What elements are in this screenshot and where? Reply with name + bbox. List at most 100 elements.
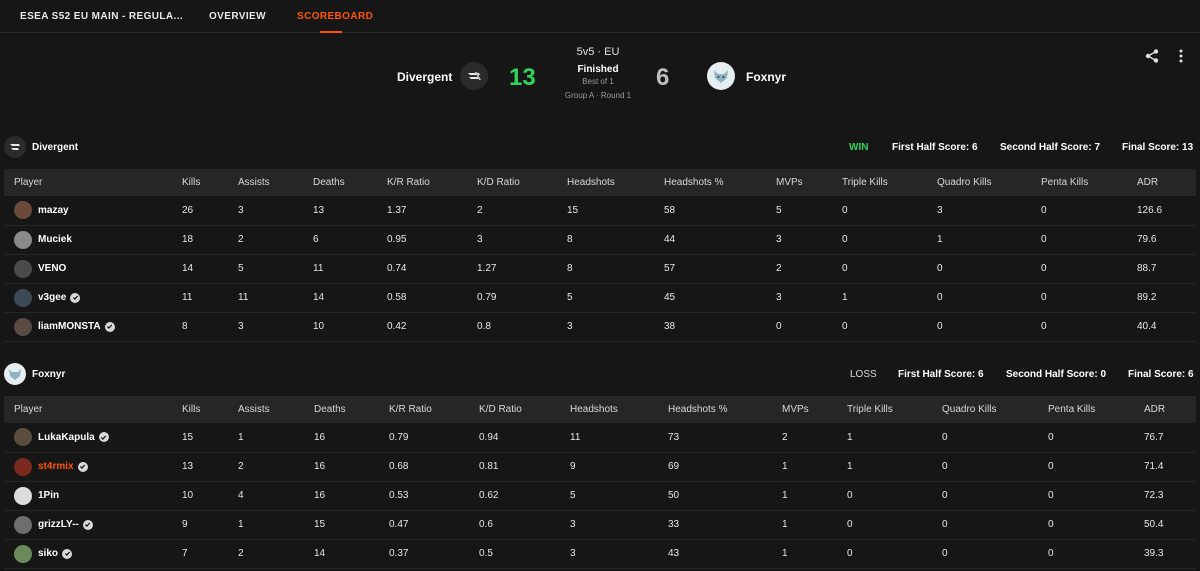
stat-cell: 88.7 bbox=[1127, 254, 1196, 284]
tab-overview[interactable]: OVERVIEW bbox=[209, 11, 266, 22]
avatar[interactable] bbox=[14, 486, 32, 505]
stat-cell: 11 bbox=[303, 254, 377, 284]
player-name[interactable]: st4rmix bbox=[38, 461, 74, 472]
stat-cell: 1 bbox=[772, 510, 837, 540]
column-header[interactable]: Headshots % bbox=[658, 396, 772, 423]
avatar[interactable] bbox=[14, 544, 32, 563]
player-name[interactable]: v3gee bbox=[38, 292, 66, 303]
avatar[interactable] bbox=[14, 230, 32, 249]
team2-logo[interactable] bbox=[707, 62, 735, 90]
stat-cell: 2 bbox=[772, 423, 837, 453]
stat-cell: 0 bbox=[832, 225, 927, 255]
team2-scoreboard-table: Player Kills Assists Deaths K/R Ratio K/D Rat… bbox=[4, 396, 1196, 569]
player-name[interactable]: grizzLY-- bbox=[38, 519, 79, 530]
stat-cell: 0.79 bbox=[467, 283, 557, 313]
avatar[interactable] bbox=[14, 317, 32, 336]
team2-small-logo[interactable] bbox=[4, 363, 26, 385]
column-header[interactable]: Headshots bbox=[560, 396, 658, 423]
column-header[interactable]: MVPs bbox=[766, 169, 832, 196]
team1-result: WIN bbox=[849, 142, 869, 153]
column-header[interactable]: Player bbox=[4, 169, 172, 196]
team1-logo[interactable] bbox=[460, 62, 488, 90]
player-name[interactable]: liamMONSTA bbox=[38, 321, 101, 332]
table-row: siko 7 2 14 0.37 0.5 3 43 1 0 0 0 39.3 bbox=[4, 539, 1196, 569]
stat-cell: 0.68 bbox=[379, 452, 469, 482]
team2-name[interactable]: Foxnyr bbox=[746, 70, 786, 84]
stat-cell: 0 bbox=[837, 510, 932, 540]
tab-scoreboard[interactable]: SCOREBOARD bbox=[297, 11, 373, 22]
column-header[interactable]: Triple Kills bbox=[837, 396, 932, 423]
team2-section-name[interactable]: Foxnyr bbox=[32, 369, 65, 380]
player-name[interactable]: LukaKapula bbox=[38, 432, 95, 443]
column-header[interactable]: Triple Kills bbox=[832, 169, 927, 196]
column-header[interactable]: K/R Ratio bbox=[377, 169, 467, 196]
player-name[interactable]: siko bbox=[38, 548, 58, 559]
stat-cell: 11 bbox=[228, 283, 303, 313]
tab-competition[interactable]: ESEA S52 EU MAIN - REGULA... bbox=[20, 11, 183, 22]
best-of: Best of 1 bbox=[582, 77, 614, 86]
column-header[interactable]: Penta Kills bbox=[1038, 396, 1134, 423]
stat-cell: 3 bbox=[766, 225, 832, 255]
team1-second-half: Second Half Score: 7 bbox=[1000, 142, 1101, 153]
share-icon[interactable] bbox=[1144, 48, 1160, 67]
column-header[interactable]: Headshots % bbox=[654, 169, 766, 196]
stat-cell: 0.47 bbox=[379, 510, 469, 540]
column-header[interactable]: Assists bbox=[228, 396, 304, 423]
column-header[interactable]: Player bbox=[4, 396, 172, 423]
team2-final: Final Score: 6 bbox=[1128, 369, 1194, 380]
stat-cell: 10 bbox=[303, 312, 377, 342]
player-name[interactable]: mazay bbox=[38, 205, 69, 216]
player-name[interactable]: Muciek bbox=[38, 234, 72, 245]
column-header[interactable]: Kills bbox=[172, 169, 228, 196]
player-name[interactable]: VENO bbox=[38, 263, 66, 274]
avatar[interactable] bbox=[14, 428, 32, 447]
player-cell: LukaKapula bbox=[4, 423, 172, 453]
avatar[interactable] bbox=[14, 515, 32, 534]
stat-cell: 0.62 bbox=[469, 481, 560, 511]
stat-cell: 4 bbox=[228, 481, 304, 511]
column-header[interactable]: Penta Kills bbox=[1031, 169, 1127, 196]
column-header[interactable]: K/D Ratio bbox=[467, 169, 557, 196]
stat-cell: 15 bbox=[172, 423, 228, 453]
stat-cell: 2 bbox=[228, 539, 304, 569]
match-format: 5v5 · EU bbox=[576, 46, 620, 58]
stat-cell: 14 bbox=[172, 254, 228, 284]
column-header[interactable]: Quadro Kills bbox=[927, 169, 1031, 196]
stat-cell: 15 bbox=[557, 196, 654, 226]
player-name[interactable]: 1Pin bbox=[38, 490, 59, 501]
avatar[interactable] bbox=[14, 288, 32, 307]
stat-cell: 0 bbox=[832, 312, 927, 342]
table-row: grizzLY-- 9 1 15 0.47 0.6 3 33 1 0 0 0 50.4 bbox=[4, 510, 1196, 540]
team1-scoreboard-table: Player Kills Assists Deaths K/R Ratio K/D Rat… bbox=[4, 169, 1196, 342]
column-header[interactable]: ADR bbox=[1134, 396, 1196, 423]
column-header[interactable]: Deaths bbox=[304, 396, 379, 423]
stat-cell: 0 bbox=[932, 481, 1038, 511]
stat-cell: 6 bbox=[303, 225, 377, 255]
stat-cell: 2 bbox=[766, 254, 832, 284]
avatar[interactable] bbox=[14, 259, 32, 278]
team1-section-name[interactable]: Divergent bbox=[32, 142, 78, 153]
more-vert-icon[interactable] bbox=[1174, 48, 1188, 67]
stat-cell: 1 bbox=[772, 539, 837, 569]
column-header[interactable]: Kills bbox=[172, 396, 228, 423]
verified-check-icon bbox=[82, 519, 93, 530]
avatar[interactable] bbox=[14, 201, 32, 220]
stat-cell: 0 bbox=[832, 254, 927, 284]
column-header[interactable]: MVPs bbox=[772, 396, 837, 423]
team1-name[interactable]: Divergent bbox=[397, 70, 452, 84]
stat-cell: 0 bbox=[1031, 254, 1127, 284]
stat-cell: 0.94 bbox=[469, 423, 560, 453]
team1-small-logo[interactable] bbox=[4, 136, 26, 158]
stat-cell: 0.37 bbox=[379, 539, 469, 569]
column-header[interactable]: Deaths bbox=[303, 169, 377, 196]
column-header[interactable]: Quadro Kills bbox=[932, 396, 1038, 423]
column-header[interactable]: K/R Ratio bbox=[379, 396, 469, 423]
stat-cell: 0 bbox=[1031, 283, 1127, 313]
column-header[interactable]: ADR bbox=[1127, 169, 1196, 196]
avatar[interactable] bbox=[14, 457, 32, 476]
column-header[interactable]: Assists bbox=[228, 169, 303, 196]
stat-cell: 0.58 bbox=[377, 283, 467, 313]
column-header[interactable]: K/D Ratio bbox=[469, 396, 560, 423]
column-header[interactable]: Headshots bbox=[557, 169, 654, 196]
stat-cell: 16 bbox=[304, 452, 379, 482]
